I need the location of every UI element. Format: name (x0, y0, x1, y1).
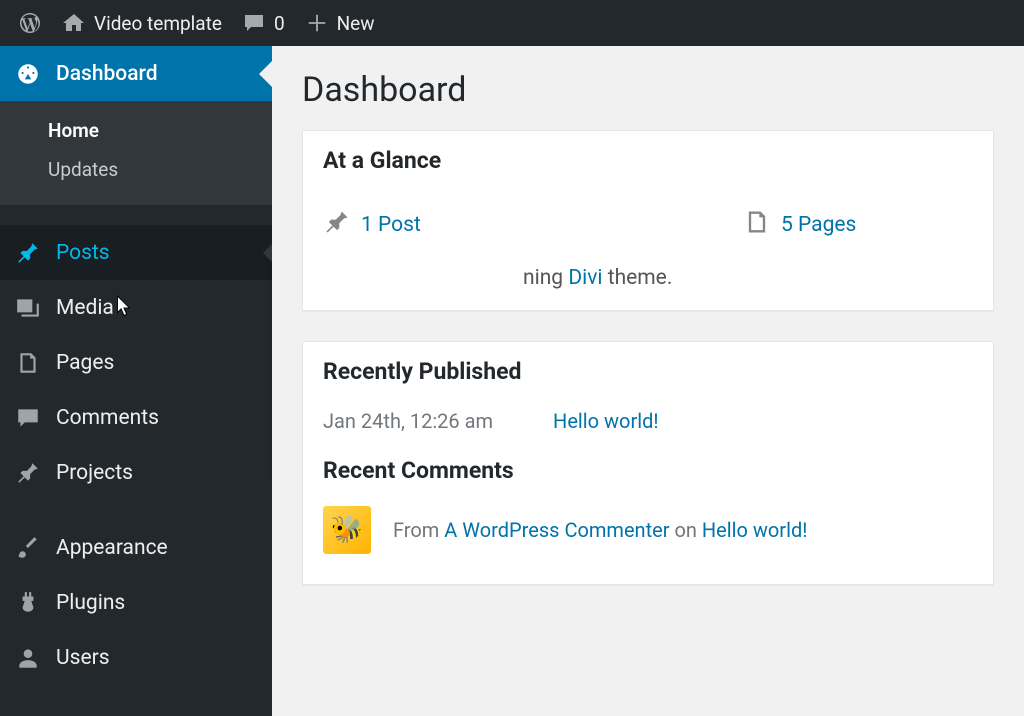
comments-icon (14, 404, 42, 432)
pin-icon (323, 208, 351, 242)
menu-projects[interactable]: Projects (0, 445, 272, 500)
menu-users[interactable]: Users (0, 630, 272, 685)
new-label: New (337, 12, 375, 35)
menu-pages[interactable]: Pages (0, 335, 272, 390)
recent-comments-heading: Recent Comments (323, 445, 973, 496)
menu-label: Comments (56, 406, 159, 430)
admin-sidebar: Dashboard Home Updates Posts Media Pages… (0, 46, 272, 716)
recently-published-heading: Recently Published (323, 346, 973, 397)
glance-posts: 1 Post (323, 208, 743, 242)
menu-label: Appearance (56, 536, 168, 560)
dashboard-submenu: Home Updates (0, 101, 272, 205)
wordpress-logo-icon (18, 11, 42, 35)
pin-icon (14, 459, 42, 487)
plugin-icon (14, 589, 42, 617)
menu-label: Plugins (56, 591, 125, 615)
menu-media[interactable]: Media (0, 280, 272, 335)
wp-logo-menu[interactable] (8, 0, 52, 46)
menu-comments[interactable]: Comments (0, 390, 272, 445)
plus-icon (305, 11, 329, 35)
commenter-link[interactable]: A WordPress Commenter (444, 518, 669, 542)
comments-link[interactable]: 0 (232, 0, 295, 46)
pages-count-link[interactable]: 5 Pages (781, 213, 856, 237)
menu-label: Pages (56, 351, 114, 375)
comment-count: 0 (274, 12, 285, 35)
menu-label: Posts (56, 241, 110, 265)
site-name: Video template (94, 12, 222, 35)
brush-icon (14, 534, 42, 562)
pages-icon (14, 349, 42, 377)
new-content-link[interactable]: New (295, 0, 385, 46)
publish-date: Jan 24th, 12:26 am (323, 409, 493, 433)
panel-heading: At a Glance (303, 131, 993, 190)
menu-label: Users (56, 646, 110, 670)
at-a-glance-panel: At a Glance 1 Post 5 Pages ning Divi the (302, 130, 994, 311)
pin-icon (14, 239, 42, 267)
menu-plugins[interactable]: Plugins (0, 575, 272, 630)
comment-item: 🐝 From A WordPress Commenter on Hello wo… (323, 496, 973, 564)
commenter-avatar: 🐝 (323, 506, 371, 554)
menu-dashboard[interactable]: Dashboard (0, 46, 272, 101)
comment-icon (242, 11, 266, 35)
submenu-home[interactable]: Home (0, 111, 272, 150)
pages-icon (743, 208, 771, 242)
site-link[interactable]: Video template (52, 0, 232, 46)
admin-toolbar: Video template 0 New (0, 0, 1024, 46)
menu-label: Dashboard (56, 62, 158, 86)
media-icon (14, 294, 42, 322)
menu-appearance[interactable]: Appearance (0, 520, 272, 575)
submenu-updates[interactable]: Updates (0, 150, 272, 189)
theme-link[interactable]: Divi (568, 266, 602, 290)
page-title: Dashboard (302, 70, 994, 110)
published-item: Jan 24th, 12:26 am Hello world! (323, 397, 973, 445)
post-title-link[interactable]: Hello world! (553, 409, 658, 433)
main-content: Dashboard At a Glance 1 Post 5 Pages (272, 46, 1024, 716)
dashboard-icon (14, 60, 42, 88)
home-icon (62, 11, 86, 35)
menu-label: Media (56, 296, 114, 320)
comment-post-link[interactable]: Hello world! (702, 518, 807, 542)
posts-count-link[interactable]: 1 Post (361, 213, 421, 237)
theme-line: ning Divi theme. (323, 256, 973, 290)
users-icon (14, 644, 42, 672)
menu-label: Projects (56, 461, 133, 485)
activity-panel: Activity Recently Published Jan 24th, 12… (302, 341, 994, 585)
menu-posts[interactable]: Posts (0, 225, 272, 280)
glance-pages: 5 Pages (743, 208, 856, 242)
